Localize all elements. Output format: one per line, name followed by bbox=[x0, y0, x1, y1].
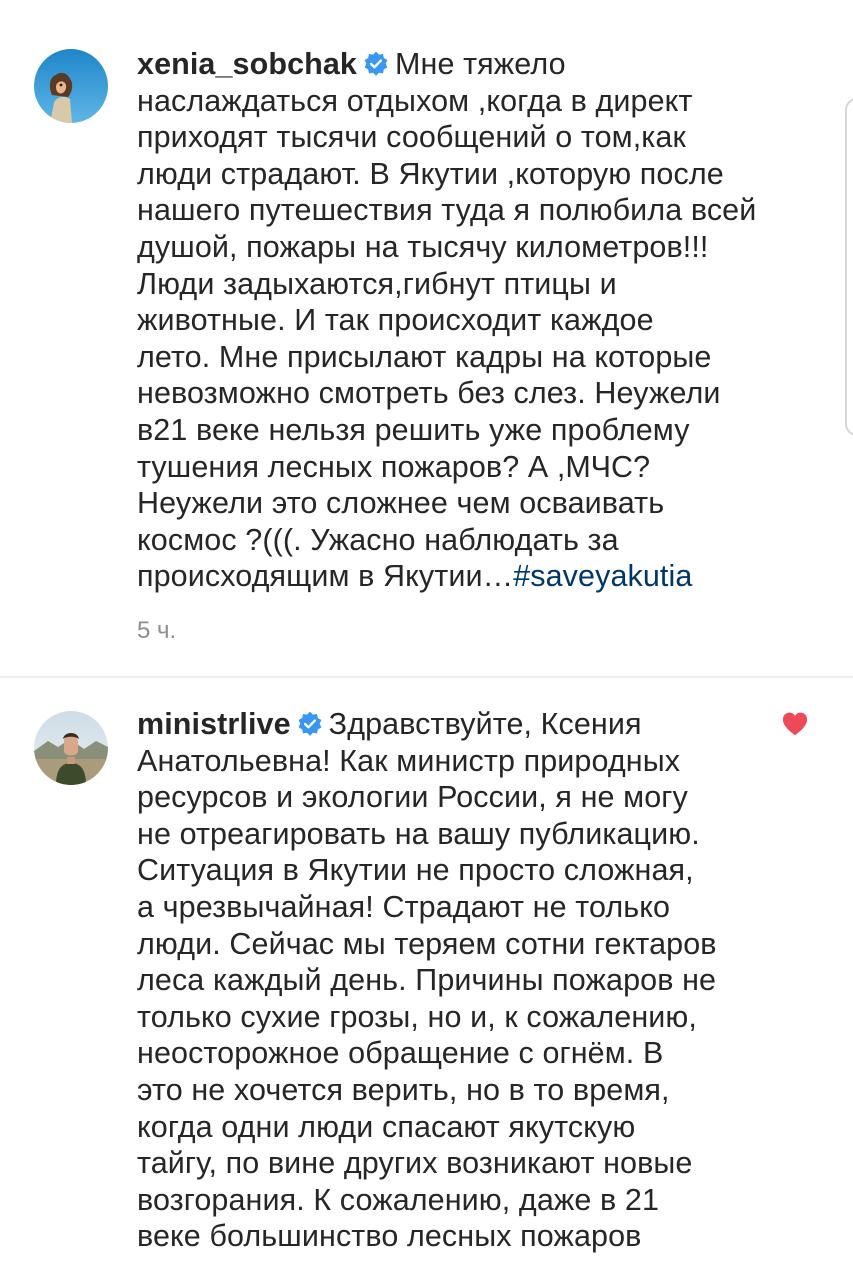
comment-line: возгорания. К сожалению, даже в 21 bbox=[137, 1182, 660, 1217]
comment-text: ministrlive Здравствуйте, Ксения Анатолье… bbox=[137, 706, 797, 1255]
avatar[interactable] bbox=[34, 711, 108, 785]
comment-line: только сухие грозы, но и, к сожалению, bbox=[137, 999, 697, 1034]
comment-last-line: происходящим в Якутии…#saveyakutia bbox=[137, 558, 797, 595]
avatar[interactable] bbox=[34, 49, 108, 123]
comment-first-line: xenia_sobchak Мне тяжело bbox=[137, 46, 797, 83]
comment-text: xenia_sobchak Мне тяжело наслаждаться отд… bbox=[137, 46, 797, 595]
comment-line: нашего путешествия туда я полюбила всей bbox=[137, 193, 757, 228]
user-avatar-photo-icon bbox=[34, 49, 108, 123]
comment-line: а чрезвычайная! Страдают не только bbox=[137, 889, 671, 924]
comment-line: леса каждый день. Причины пожаров не bbox=[137, 963, 717, 998]
comment-line: не отреагировать на вашу публикацию. bbox=[137, 816, 700, 851]
comment-line: в21 веке нельзя решить уже проблему bbox=[137, 412, 690, 447]
comment-first-line: ministrlive Здравствуйте, Ксения bbox=[137, 706, 797, 743]
comment-line: наслаждаться отдыхом ,когда в директ bbox=[137, 83, 693, 118]
comment-line: Люди задыхаются,гибнут птицы и bbox=[137, 266, 617, 301]
hashtag-link[interactable]: #saveyakutia bbox=[513, 559, 692, 593]
comment-line: Неужели это сложнее чем осваивать bbox=[137, 486, 665, 521]
comment-timestamp: 5 ч. bbox=[137, 617, 177, 644]
comment-line: ресурсов и экологии России, я не могу bbox=[137, 780, 688, 815]
comment-line: приходят тысячи сообщений о том,как bbox=[137, 120, 686, 155]
comment-line: тайгу, по вине других возникают новые bbox=[137, 1146, 693, 1181]
verified-badge-icon bbox=[363, 51, 389, 77]
comment-line: лето. Мне присылают кадры на которые bbox=[137, 339, 712, 374]
comment-line: происходящим в Якутии… bbox=[137, 559, 514, 594]
user-avatar-photo-icon bbox=[34, 711, 108, 785]
comment-line: животные. И так происходит каждое bbox=[137, 303, 654, 338]
comment-item: xenia_sobchak Мне тяжело наслаждаться отд… bbox=[0, 0, 853, 676]
heart-icon[interactable] bbox=[782, 712, 808, 736]
comment-line: Анатольевна! Как министр природных bbox=[137, 743, 681, 778]
comment-line: неосторожное обращение с огнём. В bbox=[137, 1036, 664, 1071]
username-link[interactable]: ministrlive bbox=[137, 707, 291, 741]
comment-line: тушения лесных пожаров? А ,МЧС? bbox=[137, 449, 651, 484]
scrollbar[interactable] bbox=[845, 98, 853, 436]
comment-line: душой, пожары на тысячу километров!!! bbox=[137, 229, 709, 264]
comment-line: люди. Сейчас мы теряем сотни гектаров bbox=[137, 926, 717, 961]
comment-line: Мне тяжело bbox=[395, 47, 566, 81]
comment-line: Здравствуйте, Ксения bbox=[328, 707, 642, 741]
comment-line: веке большинство лесных пожаров bbox=[137, 1219, 642, 1254]
comment-line: когда одни люди спасают якутскую bbox=[137, 1109, 636, 1144]
username-link[interactable]: xenia_sobchak bbox=[137, 47, 357, 81]
comment-line: люди страдают. В Якутии ,которую после bbox=[137, 156, 724, 191]
verified-badge-icon bbox=[297, 711, 323, 737]
comment-item: ministrlive Здравствуйте, Ксения Анатолье… bbox=[0, 678, 853, 1280]
comment-line: Ситуация в Якутии не просто сложная, bbox=[137, 853, 694, 888]
comment-line: невозможно смотреть без слез. Неужели bbox=[137, 376, 721, 411]
comment-line: космос ?(((. Ужасно наблюдать за bbox=[137, 522, 619, 557]
comment-line: это не хочется верить, но в то время, bbox=[137, 1072, 670, 1107]
